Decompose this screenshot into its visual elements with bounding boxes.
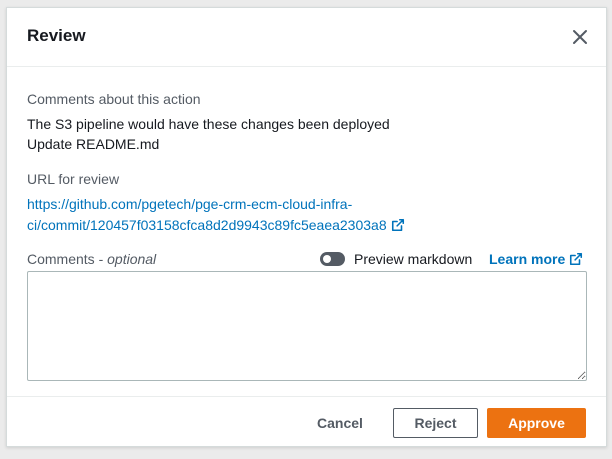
learn-more-link[interactable]: Learn more xyxy=(489,251,583,269)
comments-action-label: Comments about this action xyxy=(27,91,201,107)
dialog-footer: Cancel Reject Approve xyxy=(7,396,606,448)
approve-button[interactable]: Approve xyxy=(487,408,586,438)
review-url-line1: https://github.com/pgetech/pge-crm-ecm-c… xyxy=(27,196,353,212)
preview-markdown-toggle[interactable] xyxy=(320,252,345,266)
comments-label-main: Comments - xyxy=(27,251,108,267)
close-icon xyxy=(573,30,587,44)
close-button[interactable] xyxy=(568,25,592,49)
comments-label: Comments - optional xyxy=(27,251,156,267)
review-url-link[interactable]: https://github.com/pgetech/pge-crm-ecm-c… xyxy=(27,194,405,238)
toggle-knob xyxy=(323,255,331,263)
learn-more-label: Learn more xyxy=(489,251,566,267)
dialog-title: Review xyxy=(27,26,86,45)
preview-markdown-label: Preview markdown xyxy=(354,251,473,267)
review-url-line2: ci/commit/120457f03158cfca8d2d9943c89fc5… xyxy=(27,217,387,233)
url-review-label: URL for review xyxy=(27,171,120,187)
dialog-header: Review xyxy=(7,8,606,67)
comments-action-line2: Update README.md xyxy=(27,136,160,152)
comments-label-optional: optional xyxy=(107,251,157,267)
comments-action-line1: The S3 pipeline would have these changes… xyxy=(27,116,390,132)
cancel-button[interactable]: Cancel xyxy=(299,408,381,438)
review-dialog: Review Comments about this action The S3… xyxy=(6,7,607,447)
comments-textarea[interactable] xyxy=(27,271,587,381)
external-link-icon xyxy=(391,217,405,238)
reject-button[interactable]: Reject xyxy=(393,408,478,438)
external-link-icon xyxy=(569,252,583,269)
